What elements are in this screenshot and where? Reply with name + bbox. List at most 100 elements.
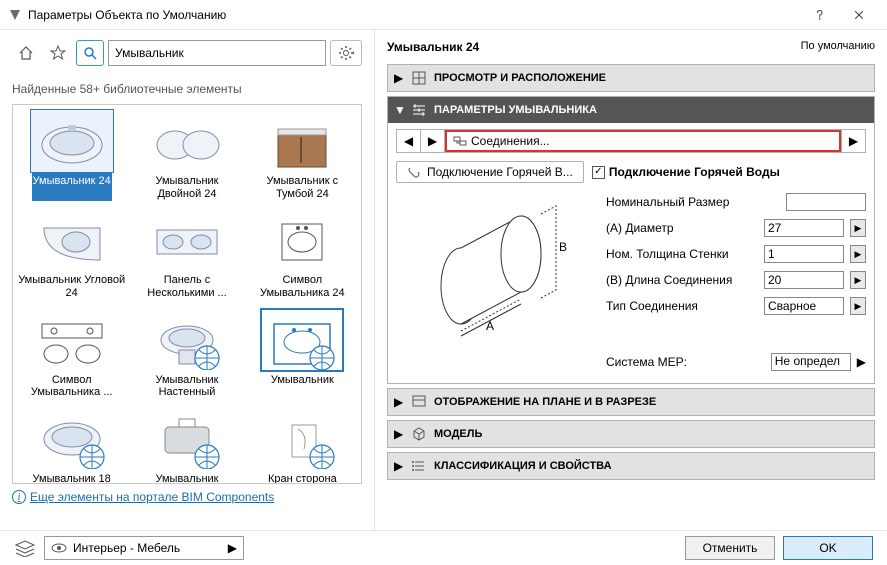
param-label: (A) Диаметр — [606, 221, 758, 235]
library-item[interactable]: Умывальник — [248, 308, 357, 405]
ok-label: OK — [819, 541, 836, 555]
panel-model-header[interactable]: ▶ МОДЕЛЬ — [388, 421, 874, 447]
param-row: (A) Диаметр ▶ — [606, 217, 866, 239]
list-icon — [410, 457, 428, 475]
library-grid[interactable]: Умывальник 24Умывальник Двойной 24Умывал… — [12, 104, 362, 484]
library-item[interactable]: Умывальник с Тумбой 24 — [248, 109, 357, 206]
nav-next[interactable]: ▶ — [421, 130, 445, 152]
library-item[interactable]: Символ Умывальника ... — [17, 308, 126, 405]
param-stepper[interactable]: ▶ — [850, 245, 866, 263]
param-stepper[interactable]: ▶ — [850, 271, 866, 289]
panel-plan-header[interactable]: ▶ ОТОБРАЖЕНИЕ НА ПЛАНЕ И В РАЗРЕЗЕ — [388, 389, 874, 415]
close-button[interactable] — [839, 1, 879, 29]
param-label: (B) Длина Соединения — [606, 273, 758, 287]
wrench-icon — [407, 165, 421, 179]
titlebar: Параметры Объекта по Умолчанию — [0, 0, 887, 30]
param-label: Номинальный Размер — [606, 195, 780, 209]
search-button[interactable] — [76, 40, 104, 66]
panel-model: ▶ МОДЕЛЬ — [387, 420, 875, 448]
param-row: Тип Соединения ▶ — [606, 295, 866, 317]
panel-classification-title: КЛАССИФИКАЦИЯ И СВОЙСТВА — [434, 460, 612, 472]
object-name: Умывальник 24 — [387, 40, 479, 54]
library-pane: Найденные 58+ библиотечные элементы Умыв… — [0, 30, 375, 530]
cancel-button[interactable]: Отменить — [685, 536, 775, 560]
param-input[interactable] — [764, 297, 844, 315]
mep-stepper[interactable]: ▶ — [857, 355, 866, 369]
panel-params: ▼ ПАРАМЕТРЫ УМЫВАЛЬНИКА ◀ ▶ Соединения..… — [387, 96, 875, 384]
library-thumb — [145, 109, 229, 173]
parameter-list: Номинальный Размер (A) Диаметр ▶ Ном. Толщи… — [606, 191, 866, 373]
library-label: Панель с Несколькими ... — [132, 272, 241, 305]
library-thumb — [30, 109, 114, 173]
library-thumb — [145, 407, 229, 471]
nav-prev[interactable]: ◀ — [397, 130, 421, 152]
default-label: По умолчанию — [801, 40, 875, 54]
hot-water-tab[interactable]: Подключение Горячей В... — [396, 161, 584, 183]
library-thumb — [30, 407, 114, 471]
view-icon — [410, 69, 428, 87]
chevron-right-icon: ▶ — [228, 541, 237, 555]
mep-row: Система MEP:Не определ▶ — [606, 351, 866, 373]
library-label: Умывальник с Тумбой 24 — [248, 173, 357, 206]
settings-button[interactable] — [330, 40, 362, 66]
connection-icon — [453, 134, 467, 148]
param-label: Ном. Толщина Стенки — [606, 247, 758, 261]
library-item[interactable]: Кран сторона — [248, 407, 357, 484]
param-input[interactable] — [764, 219, 844, 237]
favorite-button[interactable] — [44, 40, 72, 66]
param-input[interactable] — [764, 245, 844, 263]
library-item[interactable]: Панель с Несколькими ... — [132, 208, 241, 305]
app-icon — [8, 8, 22, 22]
bim-link-text: Еще элементы на портале BIM Components — [30, 490, 274, 504]
panel-classification-header[interactable]: ▶ КЛАССИФИКАЦИЯ И СВОЙСТВА — [388, 453, 874, 479]
library-label: Умывальник Угловой 24 — [17, 272, 126, 305]
library-item[interactable]: Умывальник Настенный — [132, 308, 241, 405]
svg-text:A: A — [486, 319, 494, 333]
panel-view-header[interactable]: ▶ ПРОСМОТР И РАСПОЛОЖЕНИЕ — [388, 65, 874, 91]
ok-button[interactable]: OK — [783, 536, 873, 560]
library-label: Умывальник хирургически... — [132, 471, 241, 484]
chevron-right-icon: ▶ — [394, 459, 404, 473]
library-item[interactable]: Умывальник 24 — [17, 109, 126, 206]
param-row: (B) Длина Соединения ▶ — [606, 269, 866, 291]
library-item[interactable]: Умывальник хирургически... — [132, 407, 241, 484]
bim-components-link[interactable]: i Еще элементы на портале BIM Components — [12, 490, 362, 504]
library-item[interactable]: Символ Умывальника 24 — [248, 208, 357, 305]
connections-label: Соединения... — [471, 134, 550, 148]
panel-params-header[interactable]: ▼ ПАРАМЕТРЫ УМЫВАЛЬНИКА — [388, 97, 874, 123]
library-item[interactable]: Умывальник Двойной 24 — [132, 109, 241, 206]
param-label: Тип Соединения — [606, 299, 758, 313]
layer-name: Интерьер - Мебель — [73, 541, 180, 555]
library-item[interactable]: Умывальник Угловой 24 — [17, 208, 126, 305]
panel-classification: ▶ КЛАССИФИКАЦИЯ И СВОЙСТВА — [387, 452, 875, 480]
param-row: Номинальный Размер — [606, 191, 866, 213]
library-label: Умывальник 18 — [32, 471, 112, 484]
help-button[interactable] — [799, 1, 839, 29]
nav-expand[interactable]: ▶ — [841, 130, 865, 152]
library-label: Умывальник Двойной 24 — [132, 173, 241, 206]
found-count-label: Найденные 58+ библиотечные элементы — [12, 82, 362, 96]
param-input[interactable] — [764, 271, 844, 289]
library-label: Символ Умывальника 24 — [248, 272, 357, 305]
hot-water-checkbox[interactable]: ✓ — [592, 166, 605, 179]
params-icon — [410, 101, 428, 119]
param-input[interactable] — [786, 193, 866, 211]
library-label: Умывальник — [270, 372, 335, 400]
window-title: Параметры Объекта по Умолчанию — [22, 8, 799, 22]
eye-icon — [51, 542, 67, 554]
library-item[interactable]: Умывальник 18 — [17, 407, 126, 484]
layer-selector[interactable]: Интерьер - Мебель ▶ — [44, 536, 244, 560]
connections-label-highlight[interactable]: Соединения... — [445, 130, 841, 152]
library-thumb — [145, 308, 229, 372]
info-icon: i — [12, 490, 26, 504]
search-input[interactable] — [108, 40, 326, 66]
home-button[interactable] — [12, 40, 40, 66]
library-label: Умывальник Настенный — [132, 372, 241, 405]
mep-value[interactable]: Не определ — [771, 353, 851, 371]
param-stepper[interactable]: ▶ — [850, 219, 866, 237]
cancel-label: Отменить — [703, 541, 758, 555]
panel-view-title: ПРОСМОТР И РАСПОЛОЖЕНИЕ — [434, 72, 606, 84]
param-stepper[interactable]: ▶ — [850, 297, 866, 315]
hot-water-checkbox-row[interactable]: ✓ Подключение Горячей Воды — [592, 161, 780, 183]
chevron-right-icon: ▶ — [394, 427, 404, 441]
